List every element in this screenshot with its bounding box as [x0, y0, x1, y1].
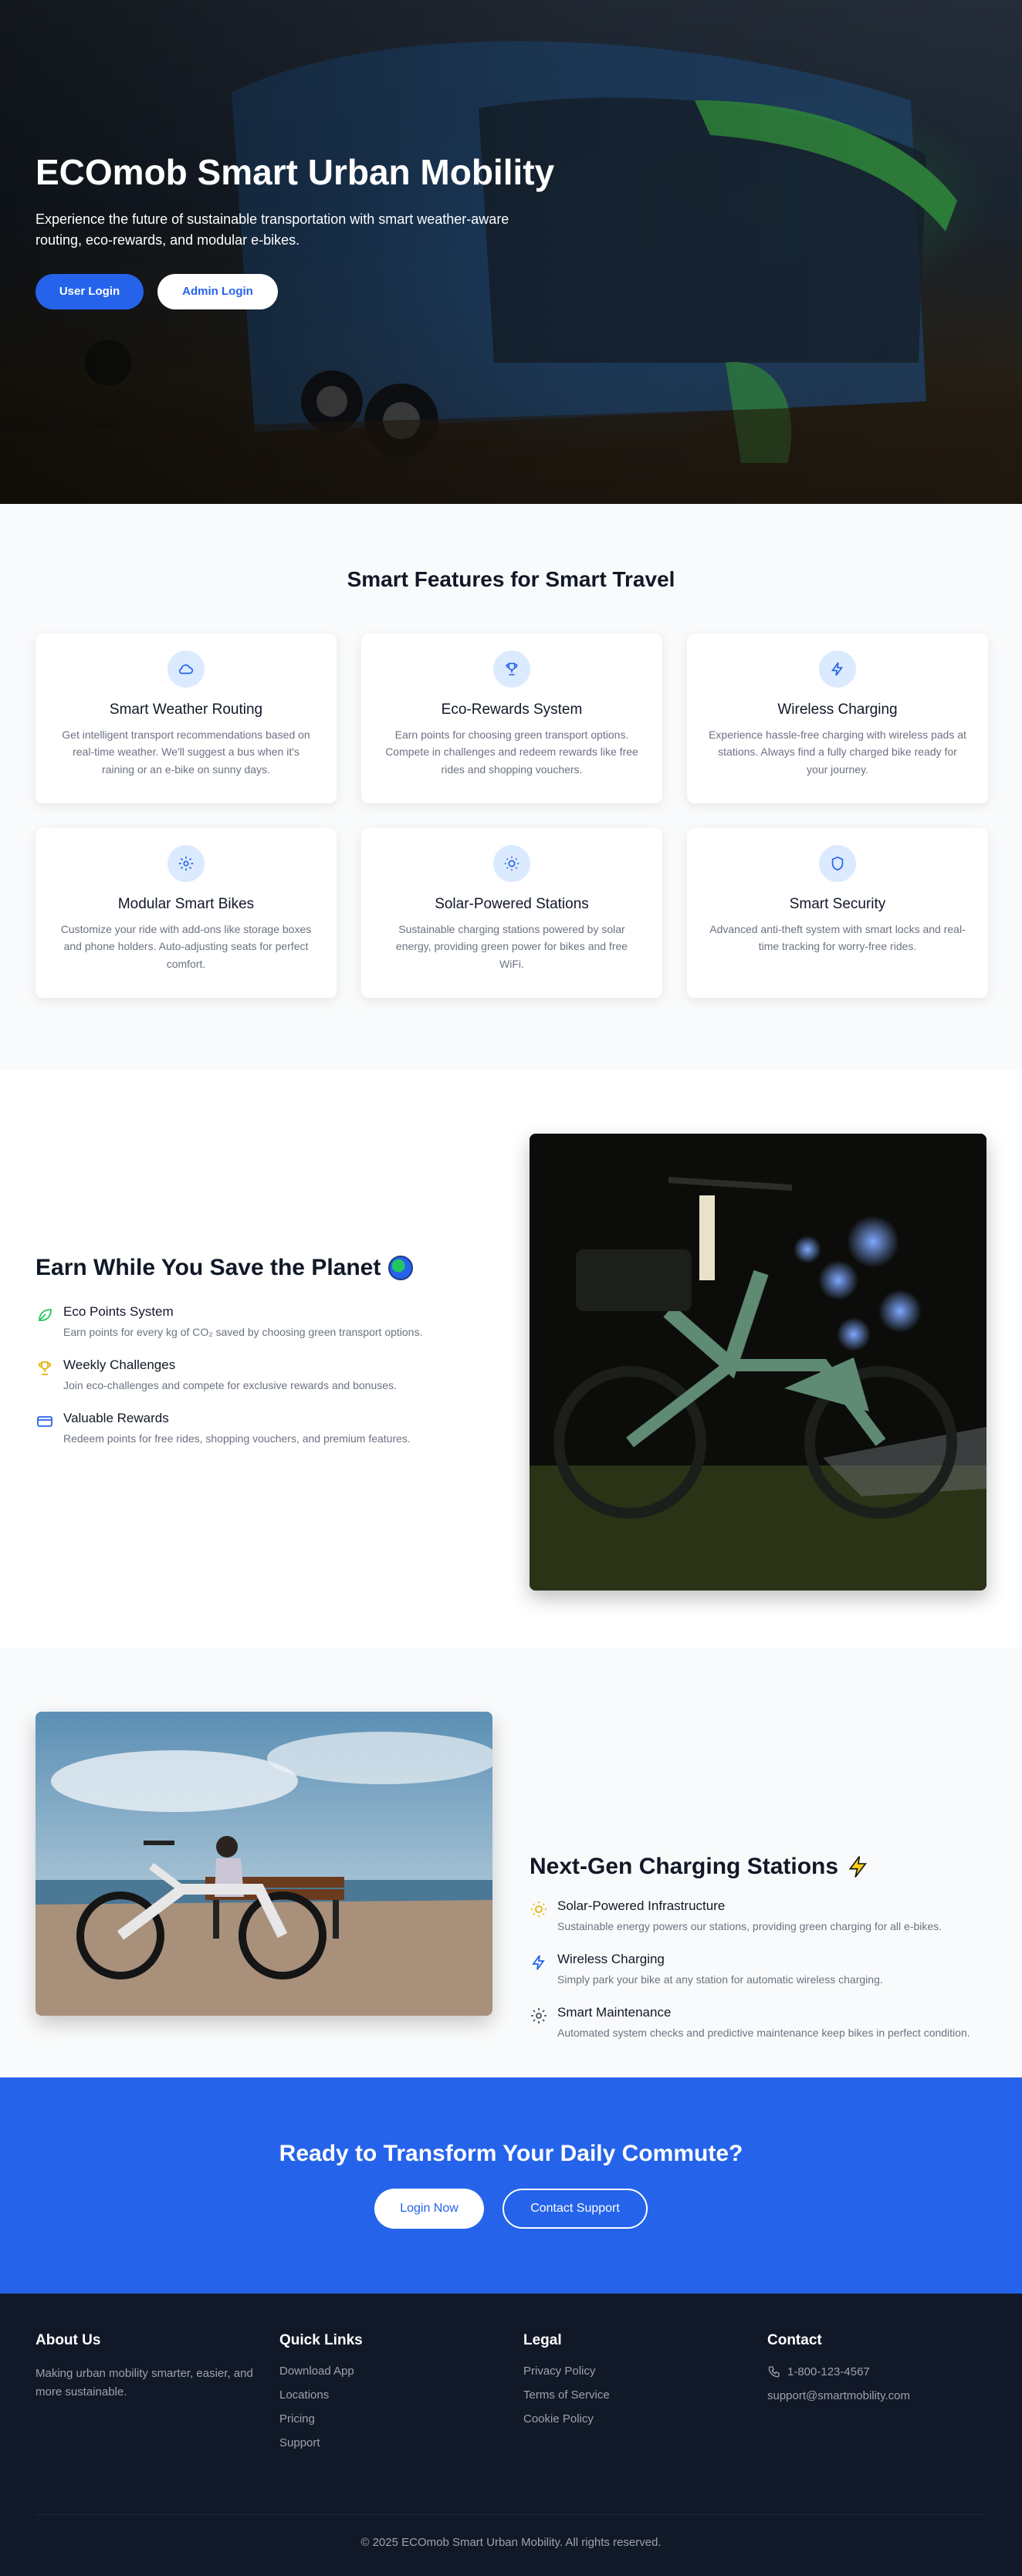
earn-text: Earn While You Save the Planet Eco Point… — [36, 1255, 499, 1464]
list-item: Wireless Charging Simply park your bike … — [530, 1952, 985, 1988]
admin-login-button[interactable]: Admin Login — [157, 273, 278, 309]
list-item-title: Valuable Rewards — [63, 1410, 169, 1425]
hero-subtitle: Experience the future of sustainable tra… — [36, 211, 509, 248]
footer-email[interactable]: support@smartmobility.com — [767, 2389, 1011, 2402]
contact-support-button[interactable]: Contact Support — [503, 2189, 648, 2229]
footer-legal-heading: Legal — [523, 2332, 562, 2348]
phone-icon — [768, 2366, 780, 2378]
sun-icon — [493, 845, 530, 882]
footer-columns: About Us Making urban mobility smarter, … — [0, 2294, 1022, 2460]
ebike-bench-photo — [36, 1712, 492, 2016]
list-item-title: Eco Points System — [63, 1303, 174, 1319]
earn-heading-text: Earn While You Save the Planet — [36, 1254, 381, 1280]
hero-content: ECOmob Smart Urban Mobility Experience t… — [36, 153, 560, 309]
feature-card: Smart Security Advanced anti-theft syste… — [687, 828, 988, 998]
list-item-title: Solar-Powered Infrastructure — [557, 1898, 726, 1913]
sun-icon — [531, 1902, 547, 1917]
list-item-desc: Sustainable energy powers our stations, … — [557, 1920, 942, 1932]
footer-contact-heading: Contact — [767, 2332, 822, 2348]
features-grid: Smart Weather Routing Get intelligent tr… — [0, 634, 1022, 998]
footer-about: About Us Making urban mobility smarter, … — [36, 2332, 279, 2460]
feature-desc: Advanced anti-theft system with smart lo… — [709, 923, 966, 953]
feature-title: Modular Smart Bikes — [117, 896, 255, 912]
footer-phone-number: 1-800-123-4567 — [787, 2365, 870, 2378]
lightning-icon — [819, 651, 856, 688]
credit-card-icon — [37, 1415, 52, 1427]
cta-section: Ready to Transform Your Daily Commute? L… — [0, 2077, 1022, 2294]
list-item-title: Weekly Challenges — [63, 1357, 176, 1372]
feature-card: Modular Smart Bikes Customize your ride … — [36, 828, 337, 998]
cloud-icon — [168, 651, 205, 688]
list-item-desc: Redeem points for free rides, shopping v… — [63, 1432, 411, 1445]
footer-link-download-app[interactable]: Download App — [279, 2365, 523, 2378]
shield-icon — [819, 845, 856, 882]
footer-divider — [36, 2514, 986, 2515]
footer-legal: Legal Privacy Policy Terms of Service Co… — [523, 2332, 767, 2460]
feature-card: Eco-Rewards System Earn points for choos… — [361, 634, 662, 803]
charging-text: Next-Gen Charging Stations Solar-Powered… — [530, 1854, 985, 2058]
feature-title: Eco-Rewards System — [441, 701, 583, 718]
footer-links-heading: Quick Links — [279, 2332, 363, 2348]
footer-contact: Contact 1-800-123-4567 support@smartmobi… — [767, 2332, 1011, 2460]
trophy-icon — [38, 1361, 52, 1375]
footer: About Us Making urban mobility smarter, … — [0, 2294, 1022, 2576]
cta-heading: Ready to Transform Your Daily Commute? — [279, 2141, 743, 2166]
footer-about-heading: About Us — [36, 2332, 101, 2348]
list-item: Smart Maintenance Automated system check… — [530, 2005, 985, 2041]
user-login-button[interactable]: User Login — [36, 273, 144, 309]
feature-card: Smart Weather Routing Get intelligent tr… — [36, 634, 337, 803]
footer-link-privacy-policy[interactable]: Privacy Policy — [523, 2365, 767, 2378]
footer-quick-links: Quick Links Download App Locations Prici… — [279, 2332, 523, 2460]
list-item-desc: Join eco-challenges and compete for excl… — [63, 1378, 397, 1391]
cta-buttons: Login Now Contact Support — [0, 2189, 1022, 2229]
feature-card: Wireless Charging Experience hassle-free… — [687, 634, 988, 803]
feature-desc: Earn points for choosing green transport… — [385, 729, 638, 776]
hero-section: ECOmob Smart Urban Mobility Experience t… — [0, 0, 1022, 504]
charging-section: Next-Gen Charging Stations Solar-Powered… — [0, 1648, 1022, 2077]
list-item: Solar-Powered Infrastructure Sustainable… — [530, 1898, 985, 1935]
list-item-title: Wireless Charging — [557, 1952, 665, 1966]
list-item-title: Smart Maintenance — [557, 2005, 672, 2020]
gear-icon — [531, 2008, 547, 2023]
list-item-desc: Simply park your bike at any station for… — [557, 1973, 883, 1986]
feature-title: Smart Security — [789, 896, 886, 912]
hero-buttons: User Login Admin Login — [36, 273, 560, 309]
lightning-icon — [532, 1955, 545, 1970]
charging-heading: Next-Gen Charging Stations — [530, 1854, 985, 1880]
globe-icon — [388, 1255, 414, 1280]
footer-about-text: Making urban mobility smarter, easier, a… — [36, 2367, 253, 2399]
copyright: © 2025 ECOmob Smart Urban Mobility. All … — [360, 2536, 662, 2549]
leaf-icon — [39, 1308, 52, 1321]
gear-icon — [168, 845, 205, 882]
feature-title: Smart Weather Routing — [109, 701, 263, 718]
login-now-button[interactable]: Login Now — [374, 2189, 484, 2229]
hero-title: ECOmob Smart Urban Mobility — [36, 152, 555, 192]
footer-link-pricing[interactable]: Pricing — [279, 2412, 523, 2426]
charging-heading-text: Next-Gen Charging Stations — [530, 1854, 839, 1879]
features-heading: Smart Features for Smart Travel — [347, 567, 675, 591]
features-section: Smart Features for Smart Travel Smart We… — [0, 504, 1022, 1070]
feature-desc: Sustainable charging stations powered by… — [395, 923, 628, 970]
lightning-icon — [848, 1856, 868, 1878]
trophy-icon — [493, 651, 530, 688]
feature-desc: Get intelligent transport recommendation… — [62, 729, 310, 776]
footer-phone[interactable]: 1-800-123-4567 — [767, 2365, 1011, 2378]
feature-desc: Customize your ride with add-ons like st… — [60, 923, 312, 970]
list-item: Weekly Challenges Join eco-challenges an… — [36, 1357, 499, 1394]
ebike-night-photo — [530, 1134, 986, 1591]
list-item-desc: Earn points for every kg of CO₂ saved by… — [63, 1325, 423, 1338]
list-item: Valuable Rewards Redeem points for free … — [36, 1411, 499, 1447]
footer-link-locations[interactable]: Locations — [279, 2388, 523, 2402]
earn-section: Earn While You Save the Planet Eco Point… — [0, 1070, 1022, 1648]
feature-desc: Experience hassle-free charging with wir… — [709, 729, 966, 776]
list-item-desc: Automated system checks and predictive m… — [557, 2027, 970, 2039]
footer-link-support[interactable]: Support — [279, 2436, 523, 2449]
footer-link-cookie-policy[interactable]: Cookie Policy — [523, 2412, 767, 2426]
list-item: Eco Points System Earn points for every … — [36, 1304, 499, 1340]
feature-title: Solar-Powered Stations — [435, 896, 589, 912]
feature-title: Wireless Charging — [777, 701, 898, 718]
earn-heading: Earn While You Save the Planet — [36, 1255, 499, 1281]
feature-card: Solar-Powered Stations Sustainable charg… — [361, 828, 662, 998]
footer-link-terms-of-service[interactable]: Terms of Service — [523, 2388, 767, 2402]
